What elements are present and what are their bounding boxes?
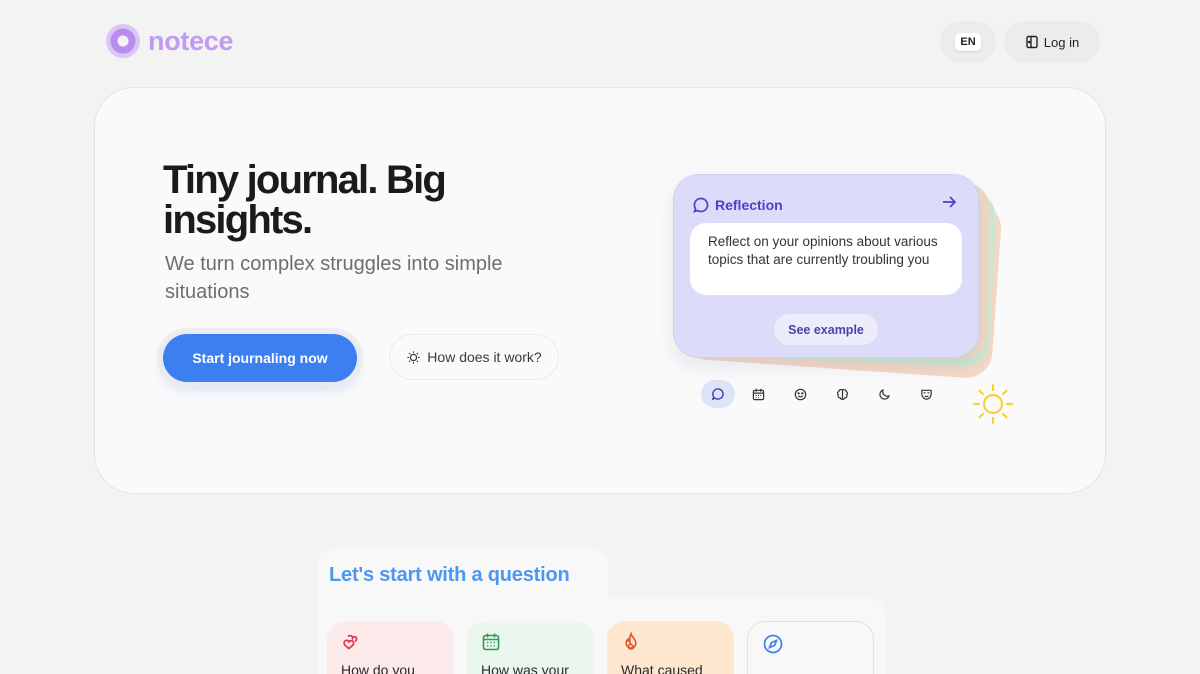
lightbulb-icon <box>407 350 420 364</box>
question-card[interactable]: How was your <box>467 621 594 674</box>
category-mood[interactable] <box>783 380 817 408</box>
category-sleep[interactable] <box>867 380 901 408</box>
smiley-icon <box>794 388 806 400</box>
compass-icon <box>763 634 783 654</box>
hero-subtitle: We turn complex struggles into simple si… <box>165 253 503 303</box>
logo-text: notece <box>148 25 234 56</box>
sun-icon <box>972 383 1014 425</box>
prompt-card[interactable]: Reflection Reflect on your opinions abou… <box>673 174 979 358</box>
moon-icon <box>878 388 890 400</box>
see-example-button[interactable]: See example <box>774 314 878 345</box>
mask-icon <box>920 389 932 400</box>
category-emotions[interactable] <box>909 380 943 408</box>
question-card[interactable]: How do you <box>327 621 454 674</box>
logo[interactable]: notece <box>106 24 234 58</box>
category-daily[interactable] <box>741 380 775 408</box>
question-section-title: Let's start with a question <box>329 564 570 586</box>
category-reflection[interactable] <box>701 380 735 408</box>
how-it-works-button[interactable]: How does it work? <box>389 334 559 380</box>
hero-title: Tiny journal. Big insights. <box>163 158 447 242</box>
question-card-label: What caused <box>621 662 703 674</box>
calendar-icon <box>482 633 500 651</box>
start-journaling-button[interactable]: Start journaling now <box>163 334 357 382</box>
hero-card: Tiny journal. Big insights. We turn comp… <box>94 87 1106 494</box>
login-button[interactable]: Log in <box>1004 21 1100 63</box>
question-card-label: How do you <box>341 662 415 674</box>
chat-bubble-icon <box>711 388 724 401</box>
logo-mark-icon <box>106 24 140 58</box>
brain-icon <box>836 388 848 400</box>
prompt-category-label: Reflection <box>715 197 783 213</box>
question-card[interactable] <box>747 621 874 674</box>
chat-bubble-icon <box>693 197 709 213</box>
calendar-icon <box>752 388 764 400</box>
arrow-right-icon[interactable] <box>940 193 958 211</box>
login-label: Log in <box>1043 34 1080 50</box>
question-card-label: How was your <box>481 662 569 674</box>
prompt-text: Reflect on your opinions about various t… <box>690 223 962 295</box>
category-thoughts[interactable] <box>825 380 859 408</box>
language-label: EN <box>955 33 981 51</box>
door-icon <box>1026 35 1038 49</box>
heart-icon <box>343 634 358 650</box>
question-card[interactable]: What caused <box>607 621 734 674</box>
prompt-category: Reflection <box>692 196 783 214</box>
flame-icon <box>625 632 637 650</box>
how-it-works-label: How does it work? <box>427 349 542 365</box>
language-button[interactable]: EN <box>940 21 996 63</box>
